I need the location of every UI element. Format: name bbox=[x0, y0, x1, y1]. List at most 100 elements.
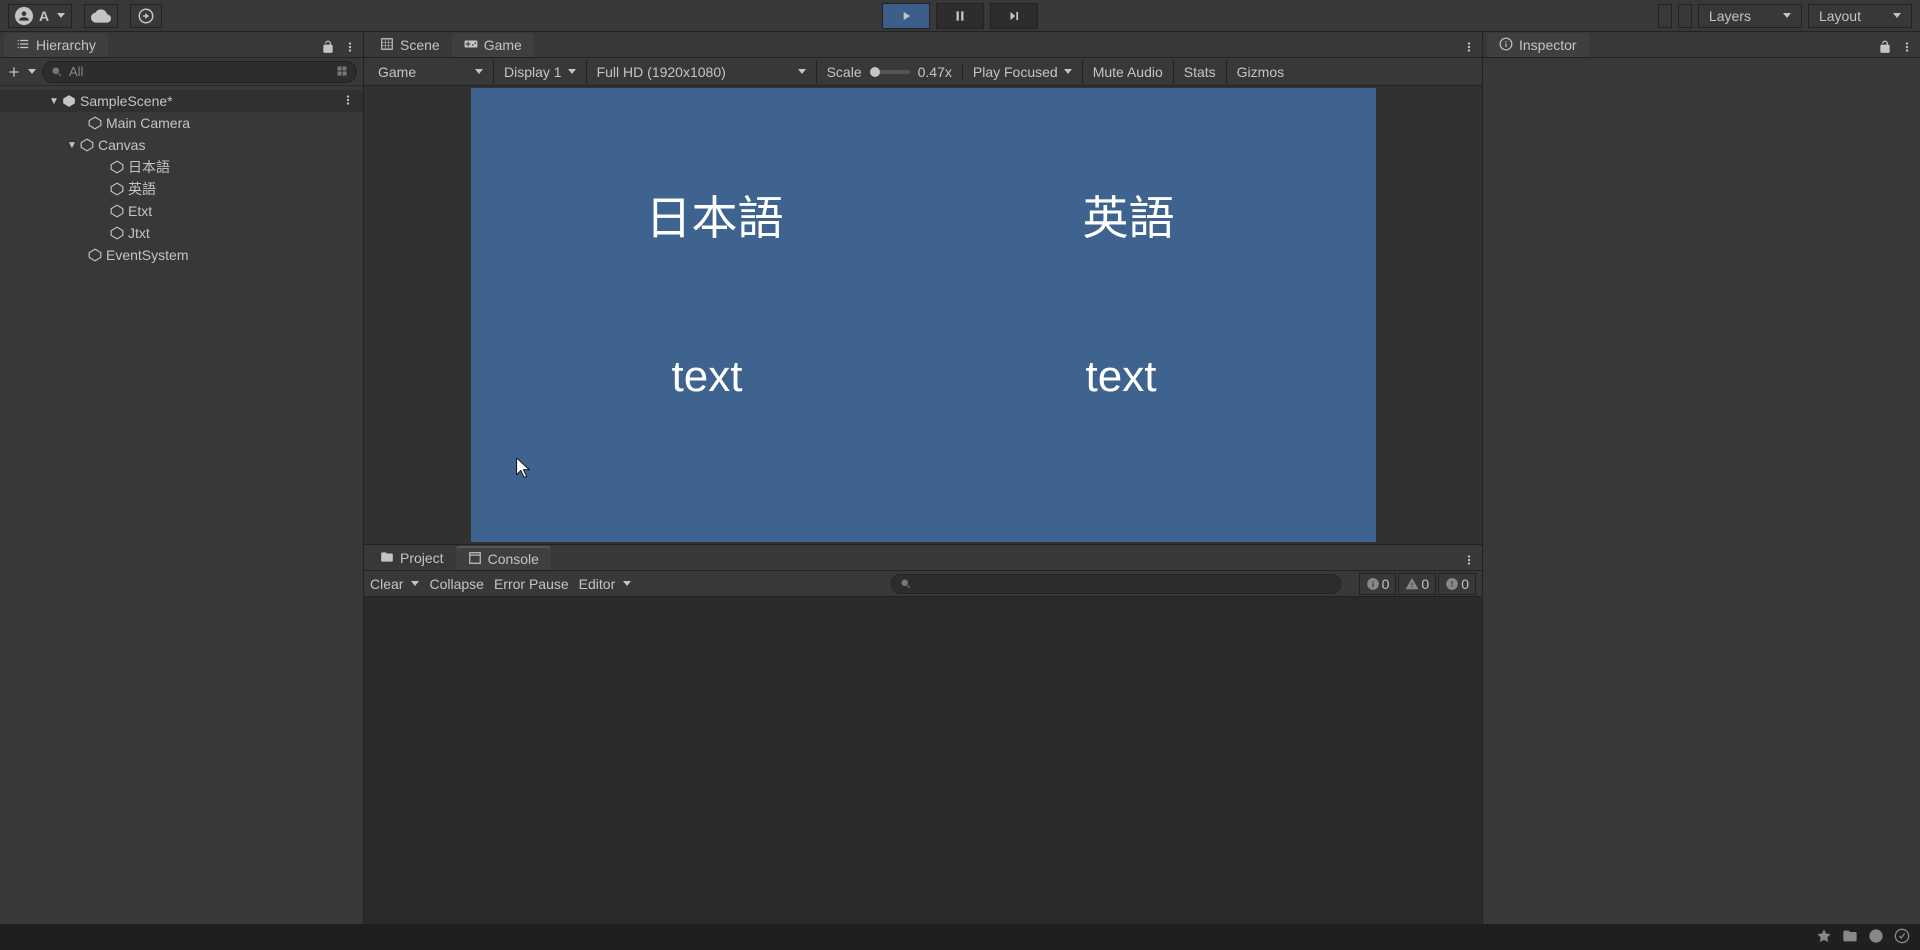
play-button[interactable] bbox=[882, 3, 930, 29]
gameobject-icon bbox=[108, 226, 126, 240]
game-view[interactable]: 日本語 英語 text text bbox=[364, 86, 1482, 544]
layers-label: Layers bbox=[1709, 8, 1751, 24]
caret-down-icon bbox=[1893, 13, 1901, 18]
canvas-text-etxt: text bbox=[1086, 352, 1157, 402]
console-tab[interactable]: Console bbox=[456, 546, 551, 570]
error-pause-toggle[interactable]: Error Pause bbox=[494, 576, 569, 592]
scene-tab-label: Scene bbox=[400, 37, 440, 53]
tree-label: Main Camera bbox=[106, 115, 190, 131]
display-dropdown[interactable]: Display 1 bbox=[494, 60, 587, 84]
caret-down-icon bbox=[798, 69, 806, 74]
scale-value: 0.47x bbox=[918, 64, 952, 80]
lock-icon[interactable] bbox=[321, 40, 335, 57]
status-bar bbox=[0, 924, 1920, 950]
scene-icon bbox=[380, 37, 394, 54]
tree-label: 日本語 bbox=[128, 157, 170, 177]
gizmos-label: Gizmos bbox=[1237, 64, 1284, 80]
account-icon bbox=[15, 7, 33, 25]
caret-down-icon bbox=[1783, 13, 1791, 18]
gameobject-icon bbox=[108, 182, 126, 196]
status-icon[interactable] bbox=[1894, 928, 1910, 947]
gameobject-icon bbox=[108, 204, 126, 218]
gameobject-icon bbox=[86, 248, 104, 262]
resolution-dropdown[interactable]: Full HD (1920x1080) bbox=[587, 60, 817, 84]
inspector-tab[interactable]: Inspector bbox=[1487, 33, 1589, 57]
inspector-tab-label: Inspector bbox=[1519, 37, 1577, 53]
pause-button[interactable] bbox=[936, 3, 984, 29]
editor-dropdown[interactable]: Editor bbox=[579, 576, 632, 592]
caret-down-icon bbox=[568, 69, 576, 74]
undo-history-button[interactable] bbox=[1658, 4, 1672, 28]
layers-dropdown[interactable]: Layers bbox=[1698, 4, 1802, 28]
more-icon[interactable] bbox=[341, 93, 355, 110]
create-dropdown[interactable] bbox=[6, 64, 36, 80]
project-tab-label: Project bbox=[400, 550, 444, 566]
clear-dropdown[interactable]: Clear bbox=[370, 576, 419, 592]
scene-tab[interactable]: Scene bbox=[368, 33, 452, 57]
collapse-toggle[interactable]: Collapse bbox=[429, 576, 483, 592]
gameobject-icon bbox=[78, 138, 96, 152]
expand-arrow-icon[interactable]: ▼ bbox=[48, 96, 60, 107]
account-dropdown[interactable]: A bbox=[8, 4, 72, 28]
cloud-button[interactable] bbox=[84, 4, 118, 28]
error-count-badge[interactable]: 0 bbox=[1438, 573, 1476, 595]
caret-down-icon bbox=[623, 581, 631, 586]
focus-label: Play Focused bbox=[973, 64, 1058, 80]
scale-label: Scale bbox=[827, 64, 862, 80]
more-icon[interactable] bbox=[1900, 40, 1914, 57]
scale-slider[interactable] bbox=[870, 70, 910, 74]
gameobject-icon bbox=[86, 116, 104, 130]
error-count: 0 bbox=[1461, 576, 1469, 592]
project-tab[interactable]: Project bbox=[368, 546, 456, 570]
caret-down-icon bbox=[1064, 69, 1072, 74]
step-button[interactable] bbox=[990, 3, 1038, 29]
play-focused-dropdown[interactable]: Play Focused bbox=[963, 60, 1083, 84]
display-label: Display 1 bbox=[504, 64, 562, 80]
layout-dropdown[interactable]: Layout bbox=[1808, 4, 1912, 28]
info-icon bbox=[1499, 37, 1513, 54]
search-scope-icon[interactable] bbox=[336, 64, 348, 80]
more-icon[interactable] bbox=[1462, 40, 1476, 57]
caret-down-icon bbox=[411, 581, 419, 586]
more-icon[interactable] bbox=[1462, 553, 1476, 570]
tree-item-etxt[interactable]: Etxt bbox=[0, 200, 363, 222]
lock-icon[interactable] bbox=[1878, 40, 1892, 57]
tree-item-scene[interactable]: ▼ SampleScene* bbox=[0, 90, 363, 112]
expand-arrow-icon[interactable]: ▼ bbox=[66, 140, 78, 151]
console-search-input[interactable] bbox=[891, 574, 1341, 594]
tree-item-main-camera[interactable]: Main Camera bbox=[0, 112, 363, 134]
game-icon bbox=[464, 37, 478, 54]
version-control-button[interactable] bbox=[130, 4, 162, 28]
warn-count: 0 bbox=[1421, 576, 1429, 592]
status-icon[interactable] bbox=[1868, 928, 1884, 947]
info-count: 0 bbox=[1382, 576, 1390, 592]
tree-item-jtxt[interactable]: Jtxt bbox=[0, 222, 363, 244]
hierarchy-search-input[interactable]: All bbox=[42, 61, 357, 83]
scene-icon bbox=[60, 94, 78, 108]
info-count-badge[interactable]: 0 bbox=[1359, 573, 1397, 595]
caret-down-icon bbox=[57, 13, 65, 18]
account-label: A bbox=[39, 8, 49, 24]
tree-item-eventsystem[interactable]: EventSystem bbox=[0, 244, 363, 266]
cursor-icon bbox=[516, 458, 534, 481]
game-tab[interactable]: Game bbox=[452, 33, 534, 57]
hierarchy-tab[interactable]: Hierarchy bbox=[4, 33, 108, 57]
tree-item-canvas[interactable]: ▼ Canvas bbox=[0, 134, 363, 156]
mute-audio-toggle[interactable]: Mute Audio bbox=[1083, 60, 1174, 84]
game-canvas: 日本語 英語 text text bbox=[471, 88, 1376, 542]
tree-item-english[interactable]: 英語 bbox=[0, 178, 363, 200]
game-view-dropdown[interactable]: Game bbox=[368, 60, 494, 84]
status-icon[interactable] bbox=[1816, 928, 1832, 947]
gizmos-toggle[interactable]: Gizmos bbox=[1227, 60, 1294, 84]
mute-label: Mute Audio bbox=[1093, 64, 1163, 80]
stats-toggle[interactable]: Stats bbox=[1174, 60, 1227, 84]
search-button[interactable] bbox=[1678, 4, 1692, 28]
tree-item-japanese[interactable]: 日本語 bbox=[0, 156, 363, 178]
game-view-label: Game bbox=[378, 64, 416, 80]
clear-label: Clear bbox=[370, 576, 403, 592]
more-icon[interactable] bbox=[343, 40, 357, 57]
status-icon[interactable] bbox=[1842, 928, 1858, 947]
warn-count-badge[interactable]: 0 bbox=[1398, 573, 1436, 595]
console-tab-label: Console bbox=[488, 551, 539, 567]
canvas-text-jtxt: text bbox=[672, 352, 743, 402]
